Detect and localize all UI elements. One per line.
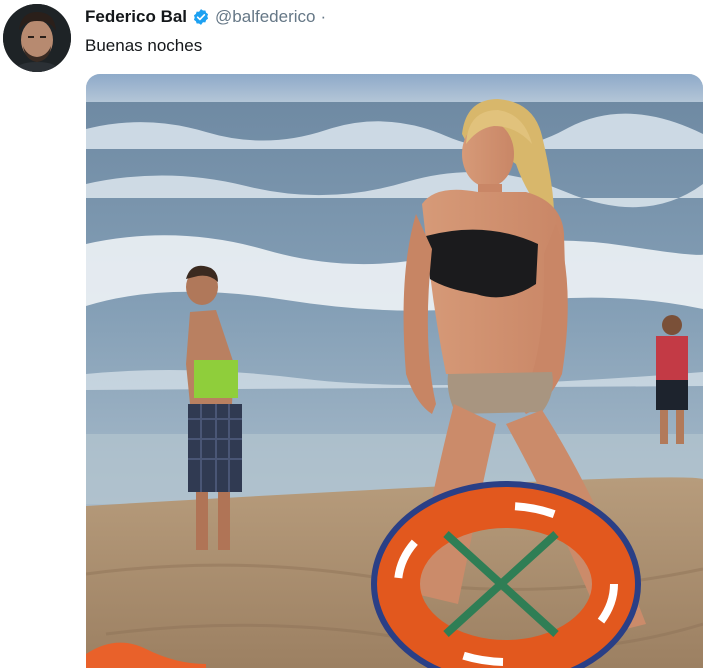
verified-badge-icon <box>192 8 210 26</box>
beach-photo <box>86 74 703 668</box>
author-avatar[interactable] <box>3 4 71 72</box>
tweet-photo[interactable] <box>86 74 703 668</box>
author-handle[interactable]: @balfederico <box>215 7 315 27</box>
life-ring <box>371 481 641 668</box>
author-name[interactable]: Federico Bal <box>85 7 187 27</box>
header-separator: · <box>320 7 327 26</box>
tweet-text: Buenas noches <box>85 36 203 55</box>
tweet-header: Federico Bal @balfederico · <box>85 6 326 28</box>
avatar-photo <box>3 4 71 72</box>
